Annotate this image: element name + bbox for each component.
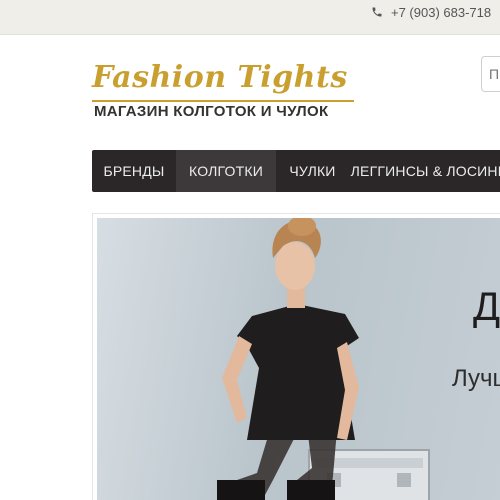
nav-item-brands[interactable]: БРЕНДЫ bbox=[92, 150, 176, 192]
main-navigation: БРЕНДЫ КОЛГОТКИ ЧУЛКИ ЛЕГГИНСЫ & ЛОСИНЫ bbox=[92, 150, 500, 192]
phone-number: +7 (903) 683-718 bbox=[391, 4, 492, 20]
top-bar: +7 (903) 683-718 bbox=[0, 0, 500, 35]
logo-subtitle: МАГАЗИН КОЛГОТОК И ЧУЛОК bbox=[94, 103, 329, 120]
logo-underline bbox=[92, 100, 354, 102]
model-photo bbox=[217, 218, 430, 500]
logo-script-title: Fashion Tights bbox=[92, 60, 348, 95]
banner-heading: До bbox=[473, 285, 500, 329]
hero-slide: До Лучш bbox=[97, 218, 500, 500]
search-input[interactable] bbox=[481, 56, 500, 92]
nav-item-stockings[interactable]: ЧУЛКИ bbox=[276, 150, 349, 192]
nav-item-tights[interactable]: КОЛГОТКИ bbox=[176, 150, 276, 192]
phone-icon bbox=[372, 7, 382, 17]
nav-item-leggings[interactable]: ЛЕГГИНСЫ & ЛОСИНЫ bbox=[349, 150, 500, 192]
site-logo[interactable]: Fashion Tights МАГАЗИН КОЛГОТОК И ЧУЛОК bbox=[92, 56, 354, 122]
banner-subheading: Лучш bbox=[452, 365, 500, 392]
hero-banner[interactable]: До Лучш bbox=[92, 213, 500, 500]
phone-contact[interactable]: +7 (903) 683-718 bbox=[371, 3, 491, 21]
